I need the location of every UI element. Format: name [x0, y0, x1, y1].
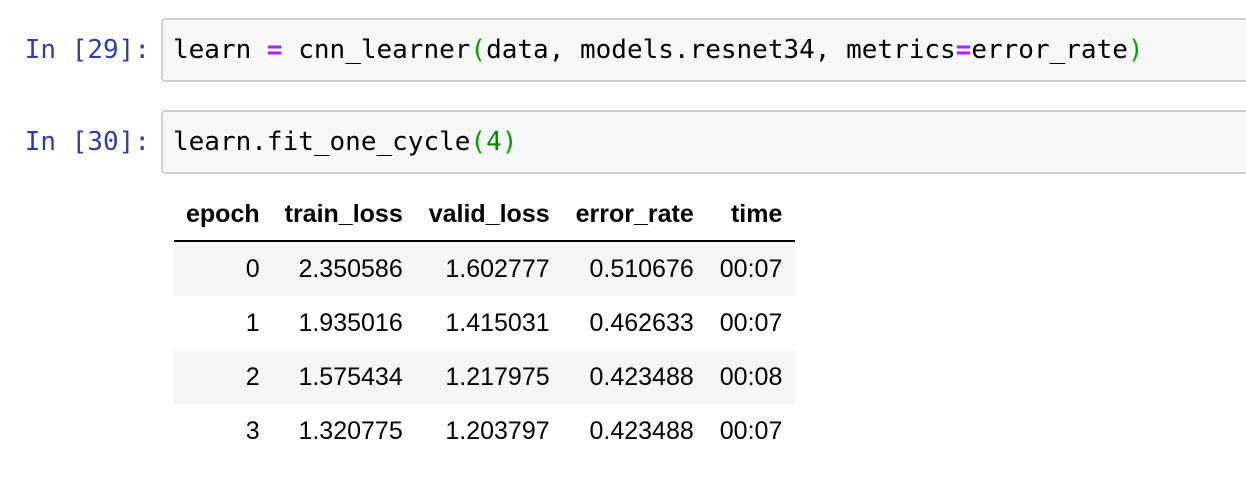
- cell-train-loss: 2.350586: [298, 254, 403, 283]
- code-token: learn: [173, 35, 267, 65]
- cell-error-rate: 0.462633: [589, 308, 694, 337]
- cell-error-rate: 0.510676: [589, 254, 694, 283]
- cell-train-loss: 1.320775: [298, 416, 403, 445]
- code-token: error_rate: [971, 35, 1128, 65]
- code-operator: =: [266, 35, 283, 65]
- code-token: learn.fit_one_cycle: [173, 127, 471, 157]
- training-results-table: epoch train_loss valid_loss error_rate t…: [174, 188, 796, 458]
- code-token: cnn_learner: [282, 35, 471, 65]
- code-paren: ): [1127, 35, 1144, 65]
- cell-epoch: 0: [245, 254, 260, 283]
- code-paren: (: [470, 35, 487, 65]
- code-number: 4: [486, 127, 502, 157]
- table-row: 3 1.320775 1.203797 0.423488 00:07: [174, 404, 796, 458]
- code-token: data, models.resnet34, metrics: [486, 35, 956, 65]
- code-operator: =: [955, 35, 972, 65]
- cell-error-rate: 0.423488: [589, 416, 694, 445]
- code-paren: (: [470, 127, 487, 157]
- code-cell-29[interactable]: learn = cnn_learner(data, models.resnet3…: [161, 18, 1246, 82]
- code-paren: ): [501, 127, 518, 157]
- cell-valid-loss: 1.203797: [445, 416, 550, 445]
- cell-epoch: 3: [245, 416, 260, 445]
- cell-epoch: 2: [245, 362, 260, 391]
- cell-train-loss: 1.935016: [298, 308, 403, 337]
- column-header-train-loss: train_loss: [271, 188, 416, 242]
- cell-error-rate: 0.423488: [589, 362, 694, 391]
- cell-time: 00:08: [719, 362, 783, 391]
- table-row: 1 1.935016 1.415031 0.462633 00:07: [174, 296, 796, 350]
- column-header-error-rate: error_rate: [562, 188, 707, 242]
- column-header-epoch: epoch: [174, 188, 272, 242]
- column-header-valid-loss: valid_loss: [415, 188, 563, 242]
- cell-valid-loss: 1.217975: [445, 362, 550, 391]
- table-row: 0 2.350586 1.602777 0.510676 00:07: [174, 241, 796, 296]
- cell-time: 00:07: [719, 308, 783, 337]
- cell-prompt-30: In [30]:: [24, 127, 150, 157]
- cell-epoch: 1: [245, 308, 260, 337]
- cell-prompt-29: In [29]:: [24, 35, 150, 65]
- cell-valid-loss: 1.602777: [445, 254, 550, 283]
- cell-train-loss: 1.575434: [298, 362, 403, 391]
- cell-time: 00:07: [719, 254, 783, 283]
- table-row: 2 1.575434 1.217975 0.423488 00:08: [174, 350, 796, 404]
- column-header-time: time: [706, 188, 796, 242]
- table-header-row: epoch train_loss valid_loss error_rate t…: [174, 188, 796, 242]
- cell-valid-loss: 1.415031: [445, 308, 550, 337]
- cell-time: 00:07: [719, 416, 783, 445]
- code-cell-30[interactable]: learn.fit_one_cycle(4): [161, 110, 1246, 174]
